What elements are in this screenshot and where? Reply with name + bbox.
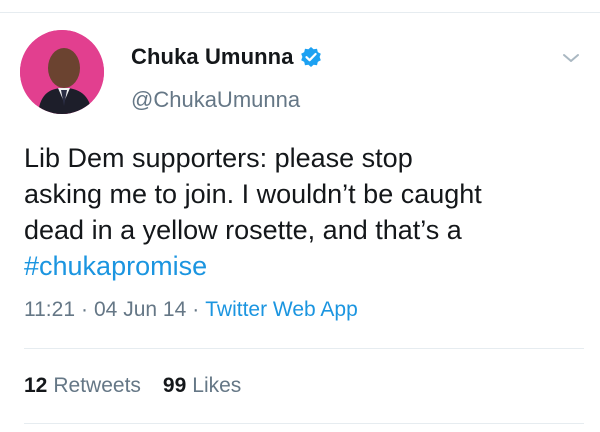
- retweets-stat[interactable]: 12 Retweets: [24, 374, 141, 398]
- tweet-card: Chuka Umunna @ChukaUmunna Lib Dem suppor…: [0, 0, 600, 432]
- meta-separator: ·: [81, 298, 88, 321]
- user-handle[interactable]: @ChukaUmunna: [131, 87, 300, 113]
- name-row: Chuka Umunna: [131, 44, 322, 70]
- avatar[interactable]: [20, 30, 104, 114]
- tweet-meta: 11:21 · 04 Jun 14 · Twitter Web App: [24, 298, 358, 322]
- chevron-down-icon[interactable]: [560, 50, 582, 66]
- tweet-time[interactable]: 11:21: [24, 298, 75, 322]
- retweets-count: 12: [24, 374, 48, 397]
- tweet-date[interactable]: 04 Jun 14: [94, 298, 186, 322]
- tweet-body: Lib Dem supporters: please stop asking m…: [24, 143, 482, 245]
- top-divider: [0, 12, 600, 13]
- hashtag-link[interactable]: #chukapromise: [24, 251, 207, 281]
- bottom-divider: [24, 423, 584, 424]
- likes-stat[interactable]: 99 Likes: [163, 374, 241, 398]
- likes-count: 99: [162, 374, 187, 397]
- stats-divider: [24, 348, 584, 349]
- retweets-label: Retweets: [53, 374, 141, 397]
- verified-badge-icon: [300, 46, 322, 68]
- source-link[interactable]: Twitter Web App: [205, 298, 358, 322]
- meta-separator: ·: [192, 298, 200, 321]
- tweet-text: Lib Dem supporters: please stop asking m…: [24, 140, 584, 284]
- likes-label: Likes: [192, 374, 242, 397]
- display-name[interactable]: Chuka Umunna: [131, 44, 294, 70]
- tweet-stats: 12 Retweets 99 Likes: [24, 374, 241, 398]
